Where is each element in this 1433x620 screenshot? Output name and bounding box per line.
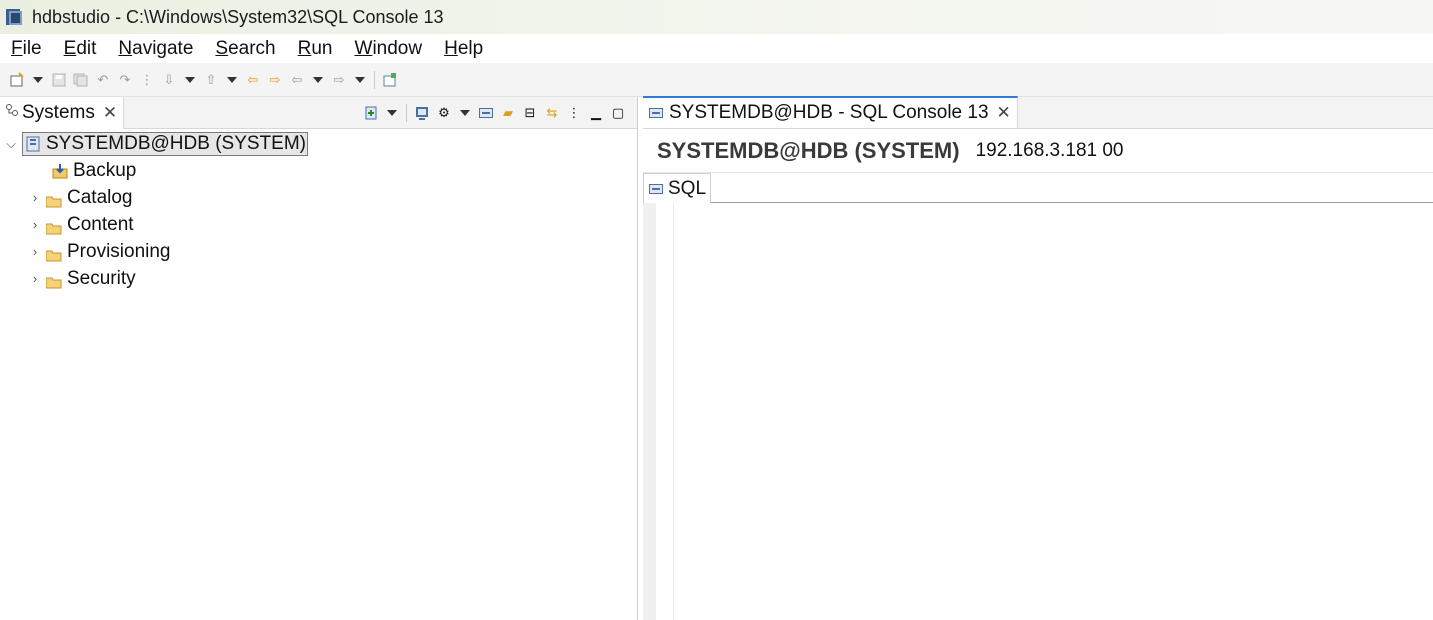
new-dropdown-icon[interactable]: [33, 76, 43, 83]
close-icon[interactable]: ✕: [997, 103, 1011, 123]
tree-item-label: Security: [67, 267, 136, 289]
connection-host: 192.168.3.181 00: [975, 139, 1124, 161]
menu-run[interactable]: Run: [287, 38, 344, 60]
window-title-bar: hdbstudio - C:\Windows\System32\SQL Cons…: [0, 0, 1433, 34]
systems-view: Systems ✕ ⚙ ▰ ⊟ ⇆ ⋮ ▁ ▢ ⌵ SYSTEMDB@HDB (…: [0, 96, 638, 620]
connection-header: SYSTEMDB@HDB (SYSTEM) 192.168.3.181 00: [643, 129, 1433, 173]
folder-icon: [45, 192, 62, 207]
database-system-icon: [26, 136, 40, 152]
sql-console-icon[interactable]: [411, 102, 433, 124]
menu-navigate[interactable]: Navigate: [107, 38, 204, 60]
menu-window[interactable]: Window: [344, 38, 434, 60]
tree-item-label: Provisioning: [67, 240, 171, 262]
sql-subtab[interactable]: SQL: [643, 173, 712, 203]
systems-view-tabbar: Systems ✕ ⚙ ▰ ⊟ ⇆ ⋮ ▁ ▢: [0, 96, 637, 129]
sql-console-editor: SYSTEMDB@HDB - SQL Console 13 ✕ SYSTEMDB…: [643, 96, 1433, 620]
menu-file[interactable]: File: [0, 38, 53, 60]
forward-dropdown-icon[interactable]: [355, 76, 365, 83]
view-toolbar-separator: [406, 104, 407, 122]
open-perspective-icon[interactable]: [379, 69, 401, 91]
chevron-down-icon[interactable]: ⌵: [0, 136, 22, 152]
tree-item-backup[interactable]: Backup: [0, 157, 637, 184]
systems-tab-label: Systems: [22, 101, 95, 123]
tree-item-label: Catalog: [67, 186, 133, 208]
forward-icon[interactable]: ⇨: [328, 69, 350, 91]
toolbar-grip-icon: ⋮: [140, 71, 154, 87]
sql-icon[interactable]: [475, 102, 497, 124]
tree-item-label: Backup: [73, 159, 137, 181]
sql-subtab-bar: SQL: [643, 173, 1433, 203]
sql-subtab-label: SQL: [668, 177, 707, 199]
save-all-icon[interactable]: [70, 69, 92, 91]
chevron-right-icon[interactable]: ›: [24, 271, 46, 286]
editor-ruler: [643, 203, 656, 620]
window-title: hdbstudio - C:\Windows\System32\SQL Cons…: [32, 6, 444, 27]
link-with-editor-icon[interactable]: ⇆: [541, 102, 563, 124]
save-icon[interactable]: [48, 69, 70, 91]
systems-view-toolbar: ⚙ ▰ ⊟ ⇆ ⋮ ▁ ▢: [360, 97, 629, 129]
tree-item-label: Content: [67, 213, 134, 235]
systems-tab[interactable]: Systems ✕: [0, 96, 125, 129]
editor-tab-label: SYSTEMDB@HDB - SQL Console 13: [669, 102, 989, 123]
toolbar-separator: [374, 70, 375, 89]
sql-console-tab-icon: [649, 108, 663, 118]
tree-root-row[interactable]: ⌵ SYSTEMDB@HDB (SYSTEM): [0, 130, 637, 157]
menu-help[interactable]: Help: [433, 38, 494, 60]
tree-root[interactable]: SYSTEMDB@HDB (SYSTEM): [22, 131, 308, 156]
connection-name: SYSTEMDB@HDB (SYSTEM): [657, 137, 960, 163]
systems-icon: [4, 102, 20, 123]
next-annotation-dropdown-icon[interactable]: [185, 76, 195, 83]
chevron-right-icon[interactable]: ›: [24, 217, 46, 232]
systems-tree: ⌵ SYSTEMDB@HDB (SYSTEM) Backup › Catalog…: [0, 129, 637, 292]
menu-bar: File Edit Navigate Search Run Window Hel…: [0, 34, 1433, 63]
tree-item-provisioning[interactable]: › Provisioning: [0, 238, 637, 265]
chevron-right-icon[interactable]: ›: [24, 244, 46, 259]
sql-icon: [649, 183, 663, 194]
tree-item-security[interactable]: › Security: [0, 265, 637, 292]
configure-icon[interactable]: ⚙: [433, 102, 455, 124]
add-system-icon[interactable]: [360, 102, 382, 124]
new-icon[interactable]: [6, 69, 28, 91]
menu-search[interactable]: Search: [204, 38, 286, 60]
editor-line-gutter: [673, 203, 674, 620]
menu-edit[interactable]: Edit: [53, 38, 108, 60]
tree-root-label: SYSTEMDB@HDB (SYSTEM): [46, 132, 306, 154]
last-edit-icon[interactable]: ⇦: [242, 69, 264, 91]
redo-icon[interactable]: ↷: [114, 69, 136, 91]
sql-editor-text-area[interactable]: [643, 203, 1433, 620]
editor-tab-sql-console[interactable]: SYSTEMDB@HDB - SQL Console 13 ✕: [643, 96, 1018, 128]
minimize-icon[interactable]: ▁: [585, 102, 607, 124]
backup-icon: [52, 163, 68, 179]
previous-annotation-icon[interactable]: ⇧: [200, 69, 222, 91]
close-icon[interactable]: ✕: [103, 103, 117, 123]
folder-icon: [45, 219, 62, 234]
back-icon[interactable]: ⇦: [286, 69, 308, 91]
configure-dropdown-icon[interactable]: [460, 110, 470, 116]
folder-icon: [45, 273, 62, 288]
previous-annotation-dropdown-icon[interactable]: [227, 76, 237, 83]
collapse-all-icon[interactable]: ⊟: [519, 102, 541, 124]
editor-tabbar: SYSTEMDB@HDB - SQL Console 13 ✕: [643, 96, 1433, 129]
tree-item-content[interactable]: › Content: [0, 211, 637, 238]
main-toolbar: ↶ ↷ ⋮ ⇩ ⇧ ⇦ ⇨ ⇦ ⇨: [0, 63, 1433, 97]
open-folder-icon[interactable]: ▰: [497, 102, 519, 124]
sql-subtab-underline: [711, 173, 1433, 203]
tree-item-catalog[interactable]: › Catalog: [0, 184, 637, 211]
add-system-dropdown-icon[interactable]: [387, 110, 397, 116]
chevron-right-icon[interactable]: ›: [24, 190, 46, 205]
view-menu-icon[interactable]: ⋮: [563, 102, 585, 124]
app-icon: [4, 7, 24, 27]
folder-icon: [45, 246, 62, 261]
undo-icon[interactable]: ↶: [92, 69, 114, 91]
maximize-icon[interactable]: ▢: [607, 102, 629, 124]
back-dropdown-icon[interactable]: [313, 76, 323, 83]
next-annotation-icon[interactable]: ⇩: [158, 69, 180, 91]
last-edit-forward-icon[interactable]: ⇨: [264, 69, 286, 91]
